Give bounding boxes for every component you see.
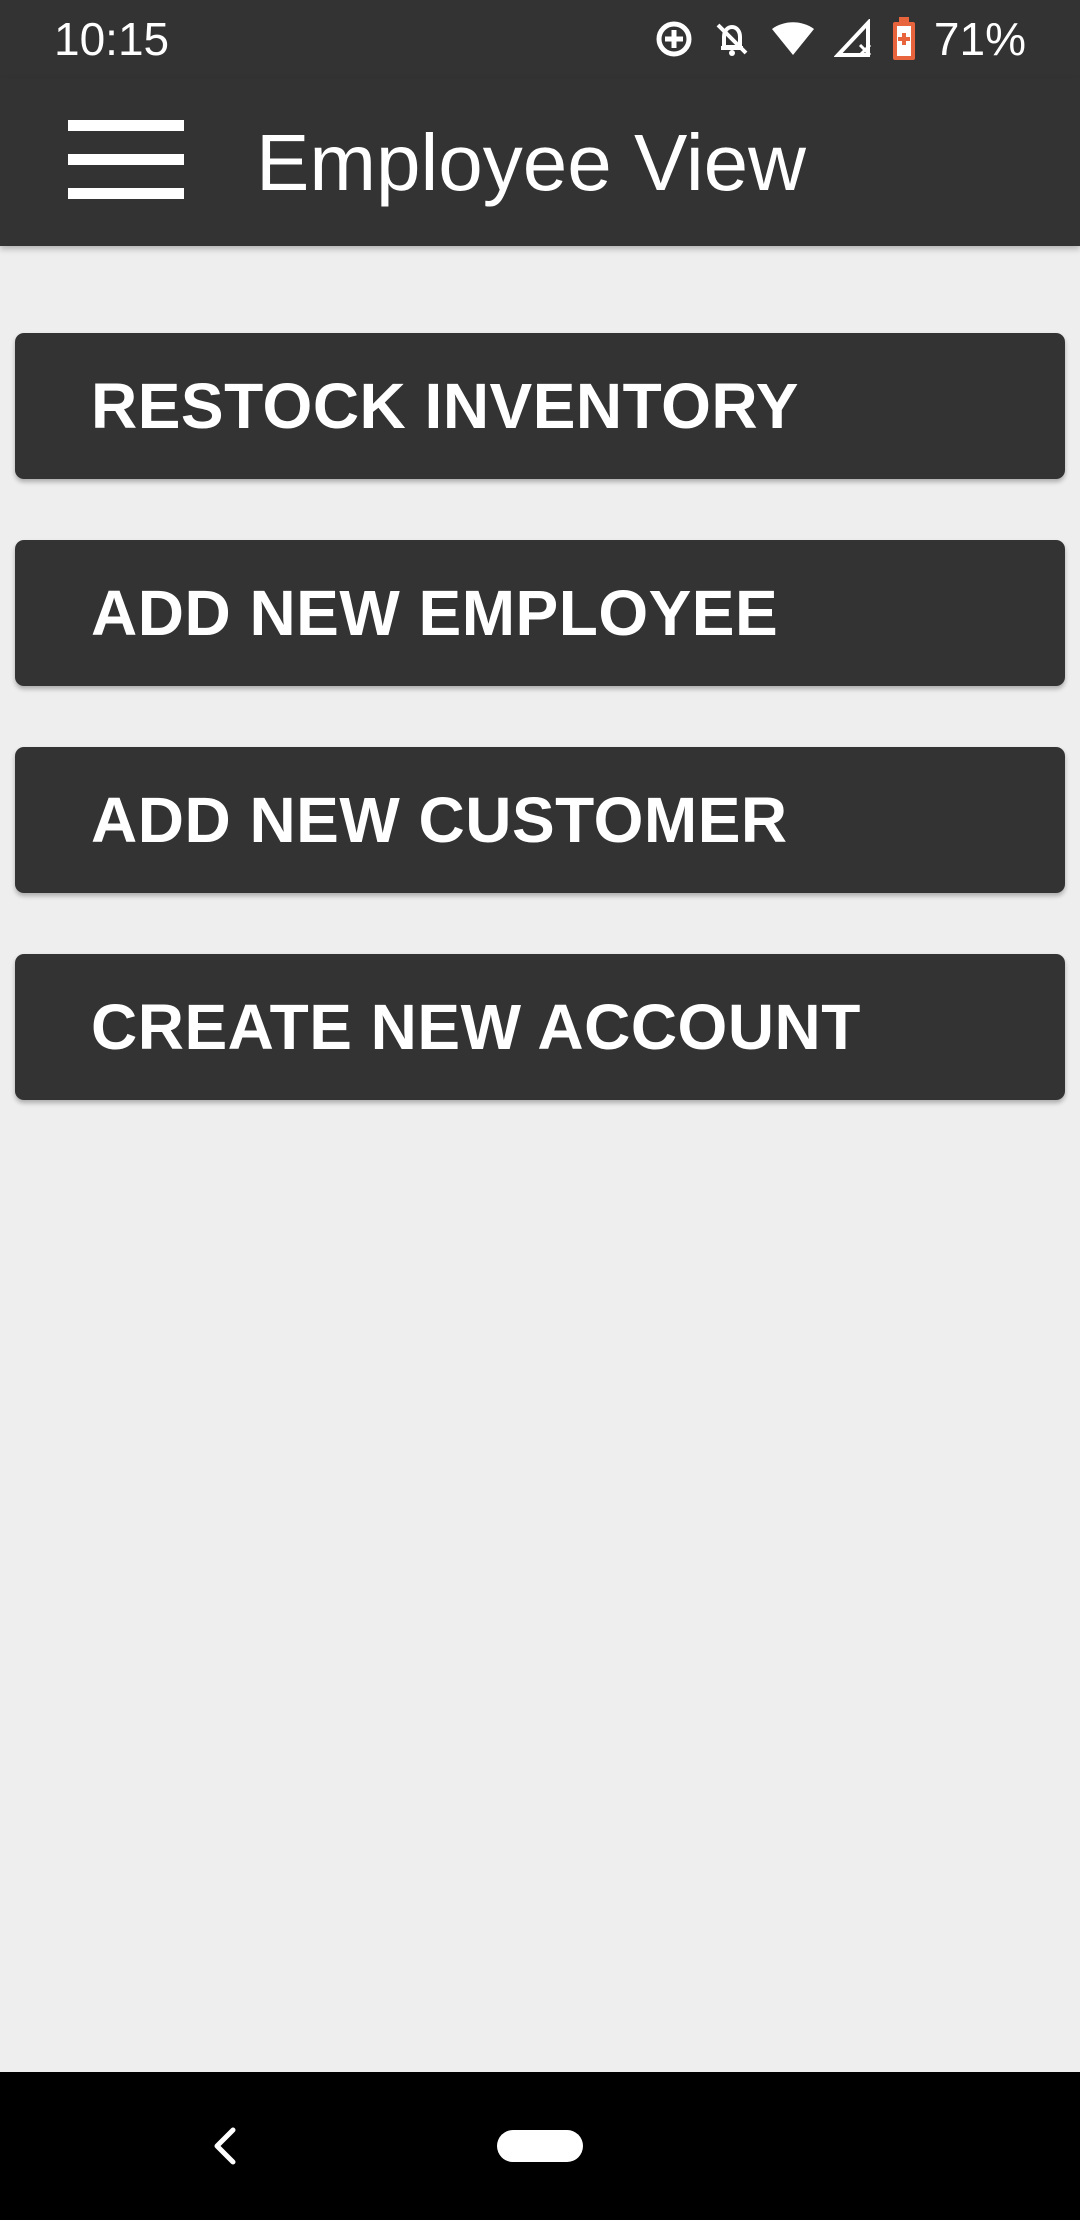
status-bar: 10:15 71% (0, 0, 1080, 78)
back-icon[interactable] (205, 2122, 245, 2170)
app-bar: Employee View (0, 78, 1080, 246)
battery-icon (892, 17, 916, 61)
hamburger-menu-icon[interactable] (68, 120, 184, 200)
create-new-account-button[interactable]: CREATE NEW ACCOUNT (15, 954, 1065, 1100)
navigation-bar (0, 2072, 1080, 2220)
status-icons: 71% (654, 12, 1026, 66)
add-new-employee-button[interactable]: ADD NEW EMPLOYEE (15, 540, 1065, 686)
battery-percent: 71% (933, 13, 1026, 65)
notifications-off-icon (712, 19, 752, 59)
status-time: 10:15 (54, 13, 170, 65)
wifi-icon (770, 19, 816, 59)
signal-icon (833, 19, 874, 59)
action-list: RESTOCK INVENTORY ADD NEW EMPLOYEE ADD N… (15, 333, 1065, 1161)
page-title: Employee View (256, 118, 806, 207)
data-saver-icon (654, 19, 694, 59)
restock-inventory-button[interactable]: RESTOCK INVENTORY (15, 333, 1065, 479)
home-pill-icon[interactable] (497, 2130, 583, 2162)
add-new-customer-button[interactable]: ADD NEW CUSTOMER (15, 747, 1065, 893)
